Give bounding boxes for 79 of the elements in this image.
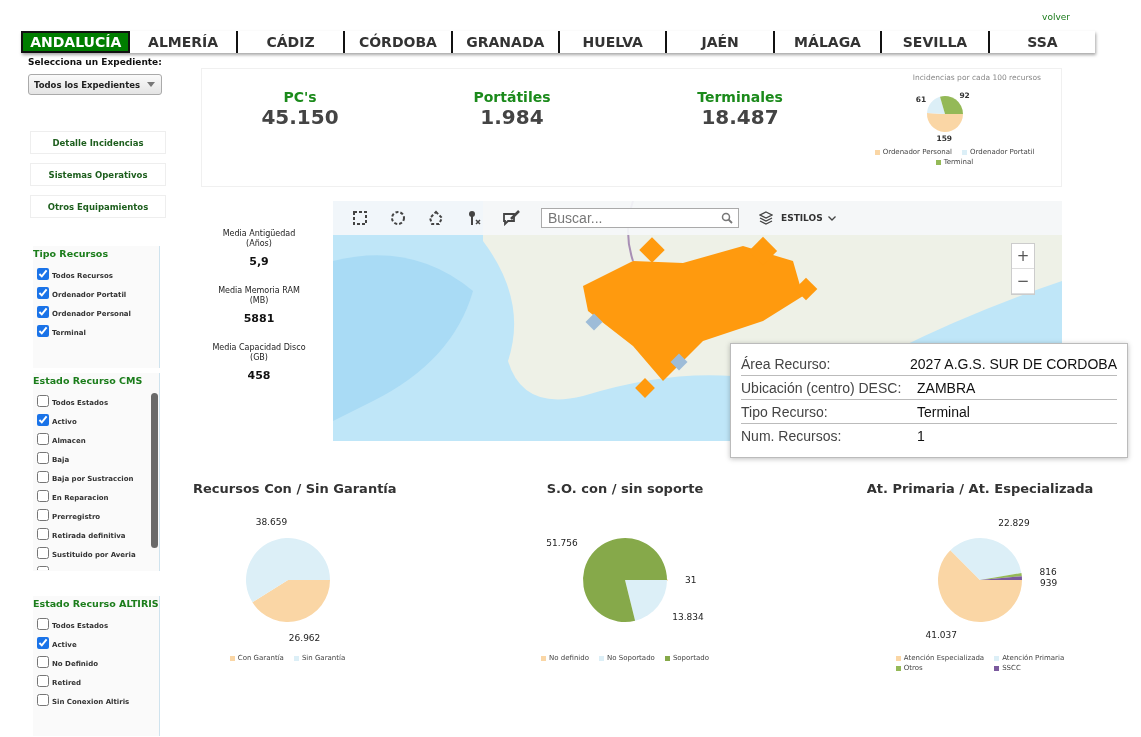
region-tab[interactable]: CÓRDOBA: [345, 31, 453, 53]
comment-edit-icon[interactable]: [501, 208, 523, 228]
kpi-value: 18.487: [700, 105, 780, 129]
data-label: 31: [685, 575, 697, 586]
data-label: 22.829: [998, 517, 1030, 528]
nav-button[interactable]: Detalle Incidencias: [30, 131, 166, 154]
popup-label: Tipo Recurso:: [741, 403, 829, 420]
checkbox[interactable]: [37, 414, 49, 426]
kpi-value: 45.150: [260, 105, 340, 129]
data-label: 38.659: [255, 517, 287, 528]
stat-label: Media Antigüedad (Años): [221, 229, 297, 249]
checkbox[interactable]: [37, 287, 49, 299]
caret-icon: [827, 215, 836, 221]
region-tab[interactable]: CÁDIZ: [237, 31, 346, 53]
popup-value: Terminal: [917, 403, 970, 420]
filter-title: Estado Recurso CMS: [33, 375, 144, 386]
kpi-label: PC's: [282, 89, 318, 105]
data-label: 26.962: [288, 632, 320, 643]
styles-dropdown[interactable]: ESTILOS: [781, 213, 836, 223]
popup-value: ZAMBRA: [917, 379, 976, 396]
stat-label: Media Capacidad Disco (GB): [211, 343, 307, 363]
filter-title: Tipo Recursos: [33, 248, 110, 259]
chart-title: At. Primaria / At. Especializada: [866, 481, 1094, 496]
nav-button[interactable]: Sistemas Operativos: [30, 163, 166, 186]
data-label: 939: [1039, 578, 1058, 589]
popup-label: Num. Recursos:: [741, 427, 843, 444]
checkbox[interactable]: [37, 656, 49, 668]
checkbox[interactable]: [37, 325, 49, 337]
kpi-label: Portátiles: [472, 89, 552, 105]
stat-value: 5881: [242, 312, 276, 325]
popup-label: Ubicación (centro) DESC:: [741, 379, 903, 396]
region-tab[interactable]: ANDALUCÍA: [21, 31, 131, 53]
region-tab[interactable]: SSA: [989, 31, 1096, 53]
nav-button[interactable]: Otros Equipamientos: [30, 195, 166, 218]
kpi-value: 1.984: [479, 105, 545, 129]
stat-label: Media Memoria RAM (MB): [217, 286, 301, 306]
expediente-label: Selecciona un Expediente:: [28, 57, 163, 67]
checkbox[interactable]: [37, 471, 49, 483]
region-tab[interactable]: ALMERÍA: [130, 31, 238, 53]
layers-icon[interactable]: [759, 211, 773, 225]
data-label: 51.756: [546, 538, 578, 549]
checkbox[interactable]: [37, 490, 49, 502]
zoom-button[interactable]: +: [1012, 244, 1034, 269]
checkbox[interactable]: [37, 694, 49, 706]
checkbox[interactable]: [37, 618, 49, 630]
stat-value: 458: [246, 369, 272, 382]
checkbox[interactable]: [37, 637, 49, 649]
filter-title: Estado Recurso ALTIRIS: [33, 598, 159, 609]
popup-label: Área Recurso:: [741, 355, 832, 372]
region-tab[interactable]: JAÉN: [667, 31, 775, 53]
expediente-dropdown[interactable]: Todos los Expedientes: [28, 74, 162, 95]
scrollbar[interactable]: [151, 393, 158, 548]
checkbox[interactable]: [37, 395, 49, 407]
data-label: 41.037: [925, 630, 957, 641]
zoom-button[interactable]: −: [1012, 269, 1034, 294]
data-label: 816: [1039, 567, 1057, 578]
checkbox[interactable]: [37, 547, 49, 559]
stat-value: 5,9: [248, 255, 270, 268]
checkbox[interactable]: [37, 509, 49, 521]
checkbox[interactable]: [37, 433, 49, 445]
kpi-label: Terminales: [696, 89, 784, 105]
search-field[interactable]: Buscar...: [541, 208, 739, 228]
search-icon: [721, 212, 733, 224]
chart-title: S.O. con / sin soporte: [546, 481, 704, 496]
caret-icon: [147, 82, 155, 87]
back-link[interactable]: volver: [1042, 12, 1070, 24]
popup-value: 1: [917, 427, 925, 444]
data-label: 13.834: [672, 612, 704, 623]
region-tab[interactable]: HUELVA: [560, 31, 668, 53]
region-tab[interactable]: SEVILLA: [882, 31, 990, 53]
checkbox[interactable]: [37, 528, 49, 540]
checkbox[interactable]: [37, 452, 49, 464]
region-tab[interactable]: GRANADA: [452, 31, 561, 53]
checkbox[interactable]: [37, 675, 49, 687]
checkbox[interactable]: [37, 306, 49, 318]
chart-title: Recursos Con / Sin Garantía: [193, 481, 397, 496]
popup-value: 2027 A.G.S. SUR DE CORDOBA: [910, 355, 1117, 372]
checkbox[interactable]: [37, 268, 49, 280]
region-tab[interactable]: MÁLAGA: [774, 31, 883, 53]
